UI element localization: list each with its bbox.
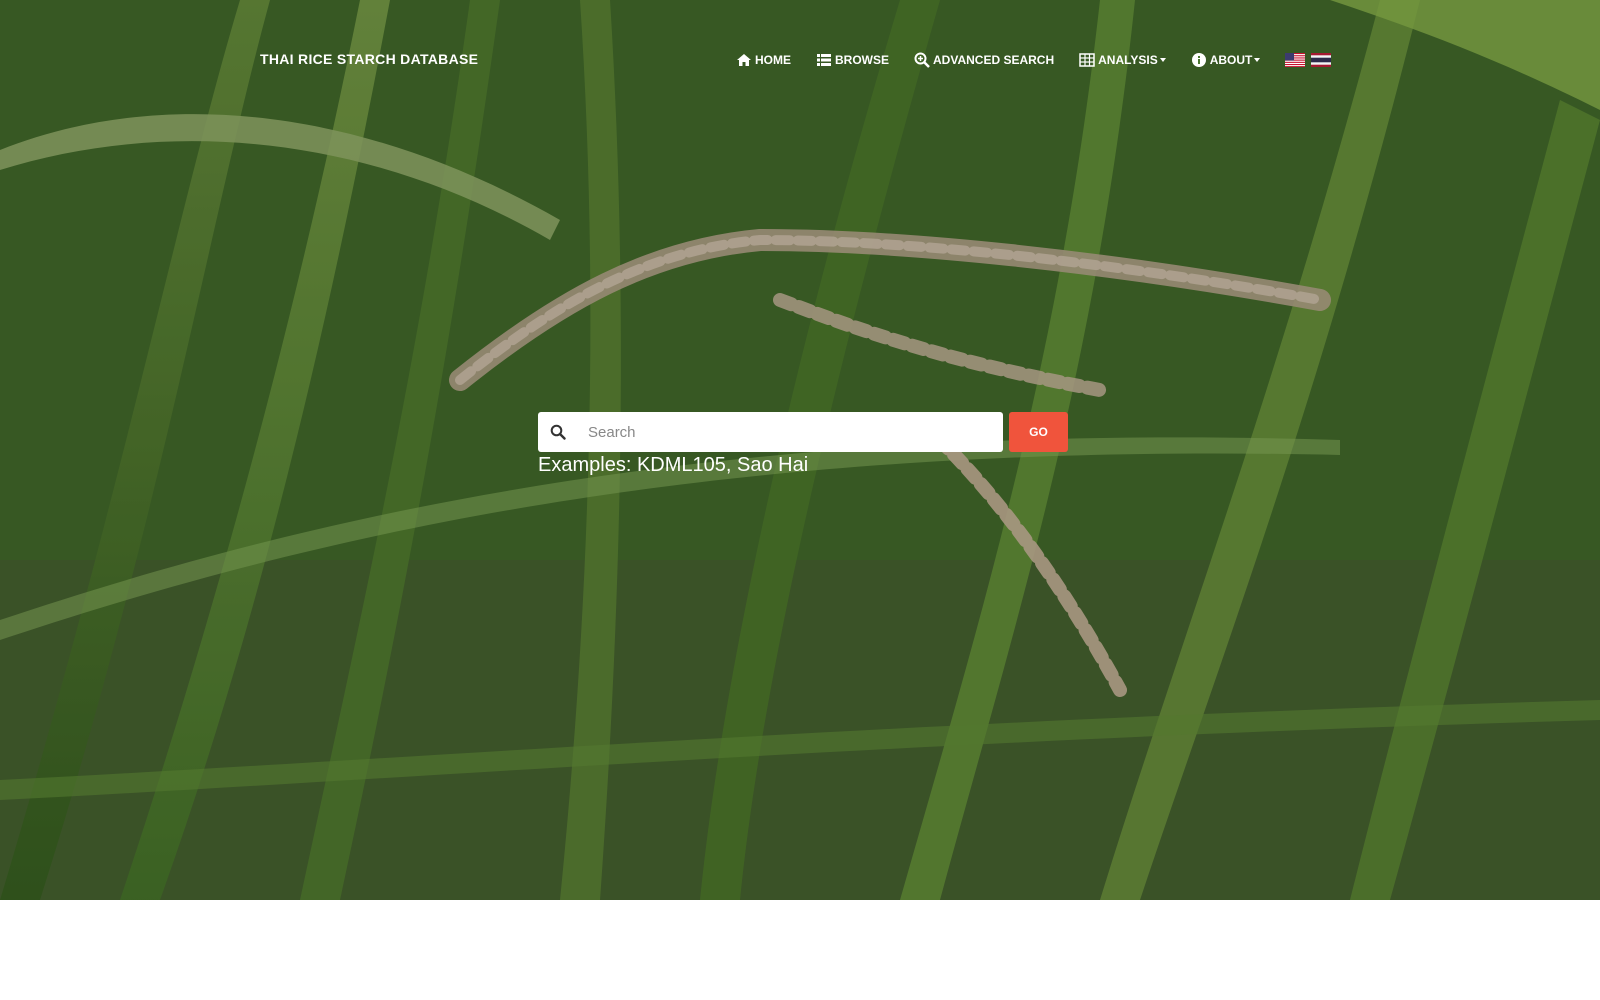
hero-banner: THAI RICE STARCH DATABASE HOME BROWSE AD… <box>0 0 1600 900</box>
nav-item-analysis-label: ANALYSIS <box>1098 53 1158 67</box>
search-input[interactable] <box>586 413 1003 451</box>
nav-item-advanced-search-label: ADVANCED SEARCH <box>933 53 1055 67</box>
nav-item-browse[interactable]: BROWSE <box>816 52 889 68</box>
home-icon <box>737 54 751 66</box>
nav-item-about[interactable]: ABOUT <box>1191 52 1261 68</box>
examples-prefix: Examples: <box>538 454 637 476</box>
search-box <box>538 412 1003 452</box>
chevron-down-icon <box>1159 58 1166 62</box>
us-flag-icon[interactable] <box>1285 53 1306 67</box>
table-icon <box>1079 53 1095 67</box>
info-icon <box>1191 53 1206 67</box>
language-switcher <box>1285 53 1337 67</box>
search-icon <box>550 424 566 440</box>
nav-item-browse-label: BROWSE <box>835 53 889 67</box>
nav-item-home[interactable]: HOME <box>736 52 791 68</box>
nav-item-home-label: HOME <box>755 53 791 67</box>
main-navigation: HOME BROWSE ADVANCED SEARCH ANALYSIS ABO… <box>736 49 1337 71</box>
example-link-kdml105[interactable]: KDML105 <box>637 454 726 476</box>
examples-separator: , <box>725 454 737 476</box>
search-examples: Examples: KDML105, Sao Hai <box>538 454 808 477</box>
nav-item-advanced-search[interactable]: ADVANCED SEARCH <box>914 52 1054 68</box>
chevron-down-icon <box>1254 58 1261 62</box>
list-icon <box>817 54 831 66</box>
example-link-sao-hai[interactable]: Sao Hai <box>737 454 808 476</box>
nav-item-about-label: ABOUT <box>1209 53 1253 67</box>
search-plus-icon <box>914 52 930 68</box>
site-brand-link[interactable]: THAI RICE STARCH DATABASE <box>260 51 478 67</box>
thai-flag-icon[interactable] <box>1311 53 1332 67</box>
nav-item-analysis[interactable]: ANALYSIS <box>1079 52 1166 68</box>
go-button[interactable]: GO <box>1009 412 1068 452</box>
